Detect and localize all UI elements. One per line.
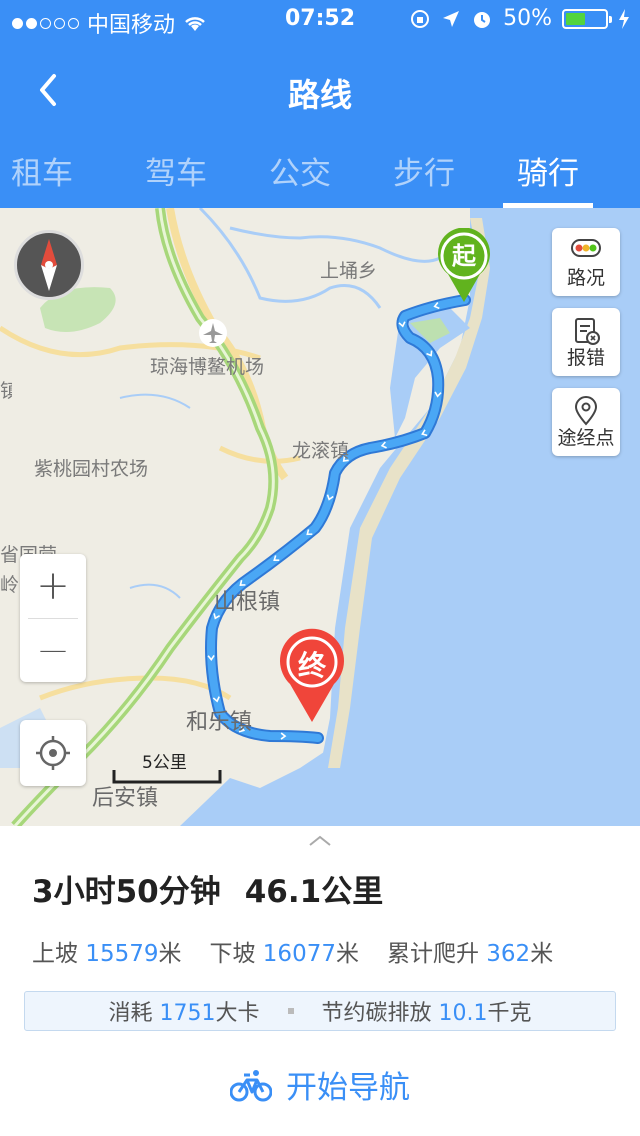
compass-icon [41,239,57,291]
route-mode-tabs: 租车 驾车 公交 步行 骑行 [0,136,640,208]
scale-bar: 5公里 [112,748,222,786]
end-marker[interactable]: 终 [278,628,346,724]
charging-icon [619,8,629,29]
tab-walk[interactable]: 步行 [372,148,476,193]
downhill-value: 16077 [262,941,336,967]
status-bar: 中国移动 07:52 50% [0,0,640,40]
header: 中国移动 07:52 50% 路线 租车 驾车 公交 步行 骑行 [0,0,640,208]
climb-stat: 累计爬升 362米 [386,941,554,967]
downhill-stat: 下坡 16077米 [209,941,359,967]
climb-value: 362 [486,941,531,967]
map-view[interactable]: 上埇乡 琼海博鳌机场 镇 紫桃园村农场 龙滚镇 省国营 岭农 山根镇 和乐镇 后… [0,208,640,826]
start-navigation-button[interactable]: 开始导航 [0,1062,640,1107]
start-marker[interactable]: 起 [436,227,492,304]
tab-taxi[interactable]: 租车 [0,148,94,193]
zoom-control: + — [20,554,86,682]
route-info-panel: 3小时50分钟 46.1公里 上坡 15579米 下坡 16077米 累计爬升 3… [0,826,640,1136]
battery-icon [562,8,612,29]
calorie-value: 1751 [159,1001,216,1026]
traffic-light-icon [571,239,601,257]
airport-icon [199,319,227,347]
carbon-value: 10.1 [438,1001,488,1026]
report-error-button[interactable]: 报错 [552,308,620,376]
tab-bike[interactable]: 骑行 [496,148,600,193]
uphill-value: 15579 [85,941,159,967]
pin-icon [574,396,598,426]
battery-percent: 50% [503,6,552,31]
separator-dot [287,1008,294,1014]
map-label-partial: 镇 [0,380,12,402]
tab-drive[interactable]: 驾车 [124,148,228,193]
map-label-shangyong: 上埇乡 [320,260,378,282]
map-base [0,208,640,826]
waypoint-button[interactable]: 途经点 [552,388,620,456]
map-label-longgun: 龙滚镇 [292,440,350,462]
uphill-stat: 上坡 15579米 [32,941,182,967]
crosshair-icon [36,736,70,770]
map-label-shengen: 山根镇 [214,590,281,615]
alarm-icon [474,11,491,28]
map-label-hele: 和乐镇 [186,710,253,735]
end-marker-label: 终 [297,649,326,682]
compass-button[interactable] [14,230,84,300]
waypoint-label: 途经点 [557,427,615,449]
route-duration: 3小时50分钟 [32,874,221,910]
elevation-stats: 上坡 15579米 下坡 16077米 累计爬升 362米 [32,934,553,968]
map-label-airport: 琼海博鳌机场 [150,356,265,378]
bicycle-icon [230,1069,272,1101]
route-distance: 46.1公里 [244,874,384,910]
carbon-stat: 节约碳排放 10.1千克 [321,1001,532,1026]
nav-bar: 路线 [0,40,640,136]
rotation-lock-icon [411,9,430,28]
page-title: 路线 [287,76,352,114]
report-icon [575,318,600,345]
traffic-button[interactable]: 路况 [552,228,620,296]
locate-me-button[interactable] [20,720,86,786]
tab-transit[interactable]: 公交 [248,148,352,193]
zoom-out-button[interactable]: — [20,618,86,682]
start-navigation-label: 开始导航 [286,1070,410,1106]
location-arrow-icon [443,10,460,27]
start-marker-label: 起 [452,242,476,270]
traffic-button-label: 路况 [566,267,605,289]
map-label-zitao: 紫桃园村农场 [34,458,149,480]
zoom-in-button[interactable]: + [20,554,86,618]
energy-info-box: 消耗 1751大卡 节约碳排放 10.1千克 [24,991,616,1031]
expand-chevron-icon[interactable] [307,834,333,848]
calorie-stat: 消耗 1751大卡 [108,1001,260,1026]
report-error-label: 报错 [566,347,605,369]
route-summary: 3小时50分钟 46.1公里 [32,866,407,911]
map-label-partial-2: 岭农 [0,574,18,596]
